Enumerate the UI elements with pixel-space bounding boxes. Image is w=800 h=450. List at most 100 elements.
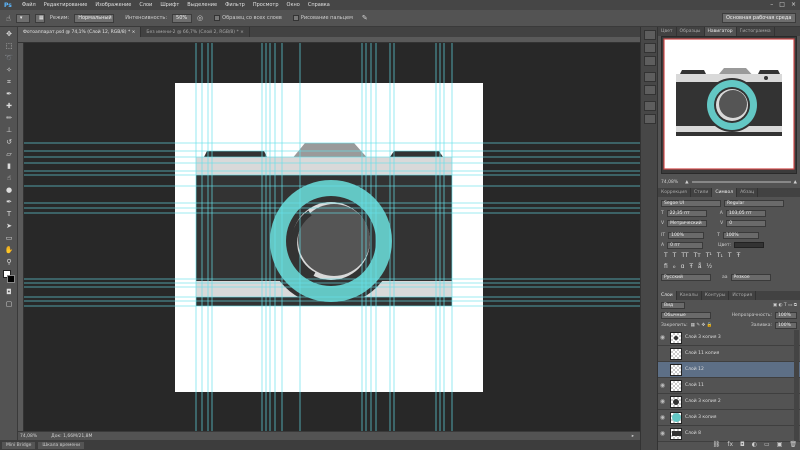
filter-icons[interactable]: ▣ ◐ T ▭ ⧉ — [773, 302, 797, 308]
zoom-in-icon[interactable]: ▲ — [794, 180, 797, 185]
tab-mini-bridge[interactable]: Mini Bridge — [2, 441, 36, 449]
menu-item[interactable]: Редактирование — [44, 2, 88, 8]
dodge-tool-icon[interactable]: ● — [3, 185, 15, 195]
minimize-icon[interactable]: – — [770, 1, 773, 8]
workspace-select[interactable]: Основная рабочая среда — [722, 13, 796, 23]
smudge-tool-icon[interactable]: ☝ — [3, 173, 15, 183]
visibility-eye-icon[interactable]: ◉ — [658, 334, 667, 341]
tab-swatches[interactable]: Образцы — [677, 27, 705, 36]
tab-layers[interactable]: Слои — [658, 291, 677, 300]
tab-history[interactable]: История — [729, 291, 757, 300]
zoom-tool-icon[interactable]: ⚲ — [3, 257, 15, 267]
zoom-level[interactable]: 74,08% — [20, 434, 37, 439]
background-color[interactable] — [7, 275, 15, 283]
tab-color[interactable]: Цвет — [658, 27, 677, 36]
subscript-button[interactable]: T₁ — [717, 252, 723, 259]
tab-channels[interactable]: Каналы — [677, 291, 702, 300]
layer-row[interactable]: ◉ Слой 11 — [658, 378, 800, 394]
brush-tool-icon[interactable]: ✏ — [3, 113, 15, 123]
layer-name[interactable]: Слой 3 копия 3 — [685, 335, 721, 340]
history-brush-icon[interactable]: ↺ — [3, 137, 15, 147]
brush-preset-picker[interactable]: ▾ — [15, 13, 30, 23]
font-size-field[interactable]: 22,35 пт — [666, 209, 707, 217]
eraser-tool-icon[interactable]: ▱ — [3, 149, 15, 159]
layers-scrollbar[interactable] — [794, 330, 799, 442]
layer-row[interactable]: Слой 11 копия — [658, 346, 800, 362]
tab-character[interactable]: Символ — [712, 188, 738, 197]
leading-field[interactable]: 103,05 пт — [725, 209, 766, 217]
lasso-tool-icon[interactable]: ➰ — [3, 53, 15, 63]
ligature-button[interactable]: ﬁ — [664, 263, 668, 270]
properties-panel-icon[interactable] — [644, 43, 656, 53]
finger-paint-checkbox[interactable]: Рисование пальцем — [292, 15, 353, 21]
visibility-eye-icon[interactable]: ◉ — [658, 430, 667, 437]
lock-icons[interactable]: ▦ ✎ ✥ 🔒 — [691, 323, 713, 328]
status-arrow-icon[interactable]: ▸ — [632, 434, 634, 439]
faux-italic-button[interactable]: T — [673, 252, 677, 259]
horizontal-scale-field[interactable]: 100% — [722, 231, 759, 239]
color-swatches[interactable] — [3, 270, 15, 284]
pen-tool-icon[interactable]: ✒ — [3, 197, 15, 207]
type-tool-icon[interactable]: T — [3, 209, 15, 219]
tablet-pressure-icon[interactable]: ✎ — [362, 14, 368, 22]
add-mask-icon[interactable]: ◘ — [740, 441, 745, 448]
kerning-select[interactable]: Метрический — [667, 219, 708, 227]
antialias-select[interactable]: Резкое — [730, 273, 771, 281]
sample-all-checkbox[interactable]: Образец со всех слоев — [214, 15, 282, 21]
tab-timeline[interactable]: Шкала времени — [38, 441, 85, 449]
opacity-field[interactable]: 100% — [775, 311, 797, 319]
fx-icon[interactable]: fx — [727, 441, 733, 448]
stamp-tool-icon[interactable]: ⊥ — [3, 125, 15, 135]
canvas-area[interactable] — [24, 43, 640, 431]
character-panel-icon[interactable] — [644, 101, 656, 111]
tab-document-2[interactable]: Без имени-2 @ 66,7% (Слой 2, RGB/8) * × — [141, 27, 250, 37]
menu-item[interactable]: Изображение — [95, 2, 131, 8]
new-group-icon[interactable]: ▭ — [764, 441, 770, 448]
swash-button[interactable]: ℴ — [673, 263, 676, 270]
menu-item[interactable]: Окно — [287, 2, 300, 8]
navigator-preview[interactable] — [661, 36, 797, 174]
visibility-eye-icon[interactable]: ◉ — [658, 382, 667, 389]
clone-source-panel-icon[interactable] — [644, 85, 656, 95]
smudge-tool-icon[interactable]: ☝ — [6, 14, 11, 23]
tab-histogram[interactable]: Гистограмма — [737, 27, 775, 36]
layer-row[interactable]: ◉ Слой 3 копия 2 — [658, 394, 800, 410]
tab-paths[interactable]: Контуры — [702, 291, 730, 300]
trash-icon[interactable]: 🗑 — [789, 441, 797, 448]
tab-styles[interactable]: Стили — [691, 188, 713, 197]
crop-tool-icon[interactable]: ⌗ — [3, 77, 15, 87]
navigator-zoom-slider[interactable] — [691, 181, 791, 183]
stylistic-button[interactable]: ɑ — [681, 263, 685, 270]
new-layer-icon[interactable]: ▣ — [777, 441, 783, 448]
superscript-button[interactable]: T¹ — [706, 252, 712, 259]
marquee-tool-icon[interactable]: ⬚ — [3, 41, 15, 51]
menu-item[interactable]: Просмотр — [253, 2, 279, 8]
baseline-field[interactable]: 0 пт — [667, 241, 704, 249]
strikethrough-button[interactable]: Ŧ — [737, 252, 741, 259]
titling-button[interactable]: Ŧ — [689, 263, 693, 270]
tracking-select[interactable]: 0 — [726, 219, 767, 227]
maximize-icon[interactable]: □ — [779, 1, 785, 8]
ordinal-button[interactable]: aͣ — [698, 263, 701, 270]
layer-name[interactable]: Слой 12 — [685, 367, 704, 372]
text-color-swatch[interactable] — [734, 242, 765, 248]
menu-item[interactable]: Фильтр — [225, 2, 245, 8]
layer-name[interactable]: Слой 11 — [685, 383, 704, 388]
adjustment-layer-icon[interactable]: ◐ — [752, 441, 757, 448]
menu-item[interactable]: Выделение — [187, 2, 217, 8]
tab-adjustments[interactable]: Коррекция — [658, 188, 691, 197]
shape-tool-icon[interactable]: ▭ — [3, 233, 15, 243]
brush-panel-icon[interactable] — [644, 72, 656, 82]
tab-navigator[interactable]: Навигатор — [704, 27, 737, 36]
layer-row[interactable]: ◉ Слой 3 копия — [658, 410, 800, 426]
document-size[interactable]: Док: 1,66М/21,8М — [51, 434, 92, 439]
layer-row[interactable]: ◉ Слой 3 копия 3 — [658, 330, 800, 346]
brush-panel-toggle[interactable]: ▦ — [34, 13, 45, 23]
language-select[interactable]: Русский — [661, 273, 711, 281]
underline-button[interactable]: T — [728, 252, 732, 259]
layer-row[interactable]: Слой 12 — [658, 362, 800, 378]
path-select-tool-icon[interactable]: ➤ — [3, 221, 15, 231]
small-caps-button[interactable]: Tт — [694, 252, 701, 259]
menu-item[interactable]: Справка — [308, 2, 330, 8]
menu-item[interactable]: Файл — [22, 2, 36, 8]
